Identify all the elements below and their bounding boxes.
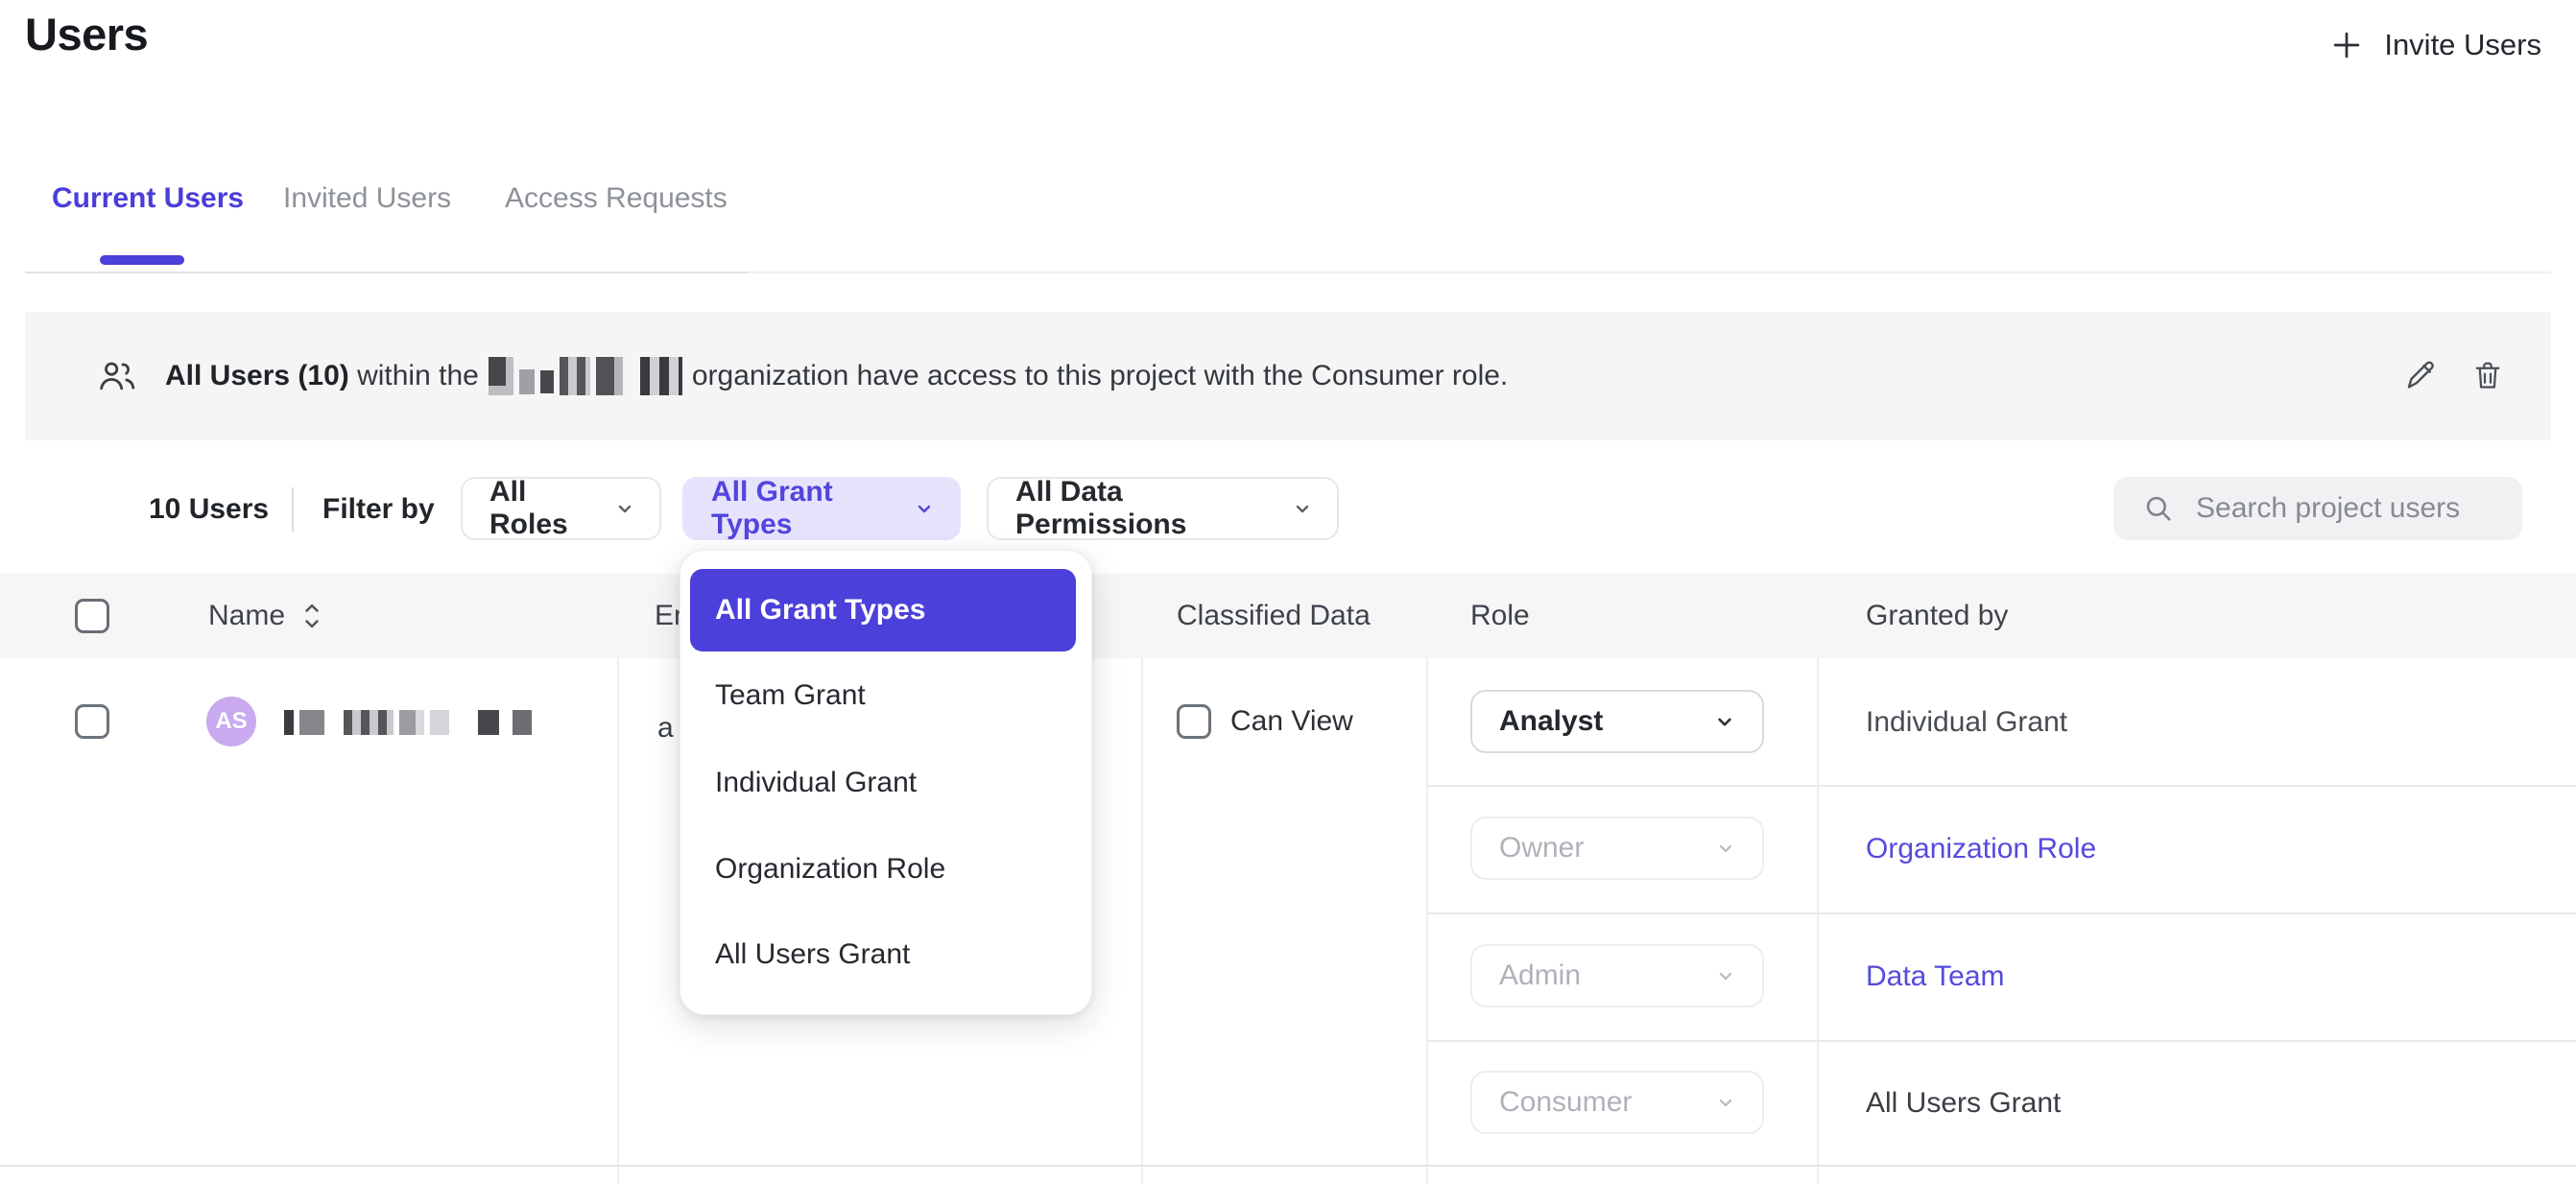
search-input[interactable]	[2196, 492, 2501, 525]
tab-access-requests[interactable]: Access Requests	[505, 182, 727, 215]
trash-icon	[2470, 358, 2505, 394]
granted-by-organization-role-link[interactable]: Organization Role	[1866, 833, 2096, 865]
tab-current-users[interactable]: Current Users	[52, 182, 244, 215]
column-header-granted-by-label: Granted by	[1866, 600, 2008, 632]
page-title: Users	[25, 8, 148, 60]
column-header-granted-by[interactable]: Granted by	[1866, 574, 2008, 658]
chevron-down-icon	[913, 497, 936, 520]
banner-actions	[2401, 312, 2505, 440]
filter-all-data-permissions[interactable]: All Data Permissions	[987, 477, 1339, 540]
tabs-divider	[25, 272, 749, 273]
column-header-name-label: Name	[208, 600, 285, 632]
dropdown-item-individual-grant[interactable]: Individual Grant	[715, 767, 917, 799]
plus-icon	[2328, 27, 2365, 63]
filter-all-data-permissions-label: All Data Permissions	[1015, 476, 1276, 541]
search-icon	[2142, 492, 2175, 525]
active-tab-indicator	[100, 255, 184, 265]
banner-text-before: within the	[349, 360, 479, 392]
tab-invited-users[interactable]: Invited Users	[283, 182, 451, 215]
people-icon	[96, 357, 138, 395]
granted-by-data-team-link[interactable]: Data Team	[1866, 960, 2005, 993]
search-project-users[interactable]	[2113, 477, 2522, 540]
row-select-checkbox-wrap	[75, 704, 109, 739]
dropdown-item-organization-role[interactable]: Organization Role	[715, 853, 945, 886]
column-header-role[interactable]: Role	[1470, 574, 1530, 658]
avatar-initials: AS	[215, 708, 247, 735]
column-divider	[1426, 658, 1428, 1184]
column-header-role-label: Role	[1470, 600, 1530, 632]
filter-all-roles-label: All Roles	[489, 476, 598, 541]
row-divider	[0, 1165, 2576, 1167]
column-divider	[1817, 658, 1819, 1184]
user-count: 10 Users	[149, 493, 269, 526]
redacted-org-name	[489, 357, 682, 395]
role-select-analyst[interactable]: Analyst	[1470, 690, 1764, 753]
column-header-classified-data[interactable]: Classified Data	[1177, 574, 1371, 658]
filter-by-label: Filter by	[322, 493, 435, 526]
subrow-divider	[1426, 1040, 2576, 1042]
role-select-admin-label: Admin	[1499, 959, 1581, 992]
filter-divider	[292, 487, 294, 532]
granted-by-individual-grant: Individual Grant	[1866, 706, 2067, 739]
granted-by-all-users-grant: All Users Grant	[1866, 1087, 2061, 1120]
redacted-user-name	[284, 710, 532, 735]
banner-bold-text: All Users (10)	[165, 360, 349, 392]
role-select-owner: Owner	[1470, 817, 1764, 880]
invite-users-label: Invite Users	[2384, 28, 2541, 62]
row-select-checkbox[interactable]	[75, 704, 109, 739]
grant-types-dropdown: All Grant Types Team Grant Individual Gr…	[680, 550, 1092, 1015]
column-divider	[617, 658, 619, 1184]
classified-data-cell: Can View	[1177, 704, 1353, 739]
can-view-checkbox[interactable]	[1177, 704, 1211, 739]
sort-icon[interactable]	[302, 602, 322, 630]
can-view-label: Can View	[1230, 705, 1353, 738]
role-select-consumer-label: Consumer	[1499, 1086, 1632, 1119]
column-header-name[interactable]: Name	[208, 574, 322, 658]
users-page: Users Invite Users Current Users Invited…	[0, 0, 2576, 1184]
role-select-analyst-label: Analyst	[1499, 705, 1603, 738]
dropdown-item-all-grant-types[interactable]: All Grant Types	[690, 569, 1076, 651]
chevron-down-icon	[1291, 497, 1314, 520]
all-users-banner: All Users (10) within the organization ha…	[25, 312, 2551, 440]
filter-all-roles[interactable]: All Roles	[461, 477, 661, 540]
table-header: Name Email Classified Data Role Granted …	[0, 574, 2576, 658]
pencil-icon	[2401, 358, 2438, 394]
edit-grant-button[interactable]	[2401, 358, 2438, 394]
subrow-divider	[1426, 912, 2576, 914]
filter-all-grant-types[interactable]: All Grant Types	[682, 477, 961, 540]
subrow-divider	[1426, 785, 2576, 787]
chevron-down-icon	[613, 497, 636, 520]
role-select-owner-label: Owner	[1499, 832, 1584, 864]
role-select-admin: Admin	[1470, 944, 1764, 1007]
invite-users-button[interactable]: Invite Users	[2328, 27, 2541, 63]
dropdown-item-all-users-grant[interactable]: All Users Grant	[715, 938, 910, 971]
chevron-down-icon	[1714, 964, 1737, 987]
user-email-partial: a	[657, 712, 674, 745]
column-divider	[1141, 658, 1143, 1184]
filter-all-grant-types-label: All Grant Types	[711, 476, 897, 541]
chevron-down-icon	[1714, 1091, 1737, 1114]
delete-grant-button[interactable]	[2470, 358, 2505, 394]
avatar: AS	[206, 697, 256, 746]
tabs-divider-light	[749, 272, 2551, 273]
chevron-down-icon	[1714, 837, 1737, 860]
select-all-checkbox[interactable]	[75, 599, 109, 633]
role-select-consumer: Consumer	[1470, 1071, 1764, 1134]
chevron-down-icon	[1712, 709, 1737, 734]
banner-text: All Users (10) within the organization ha…	[165, 357, 1508, 395]
column-header-classified-label: Classified Data	[1177, 600, 1371, 632]
banner-text-after: organization have access to this project…	[692, 360, 1508, 392]
dropdown-item-team-grant[interactable]: Team Grant	[715, 679, 866, 712]
